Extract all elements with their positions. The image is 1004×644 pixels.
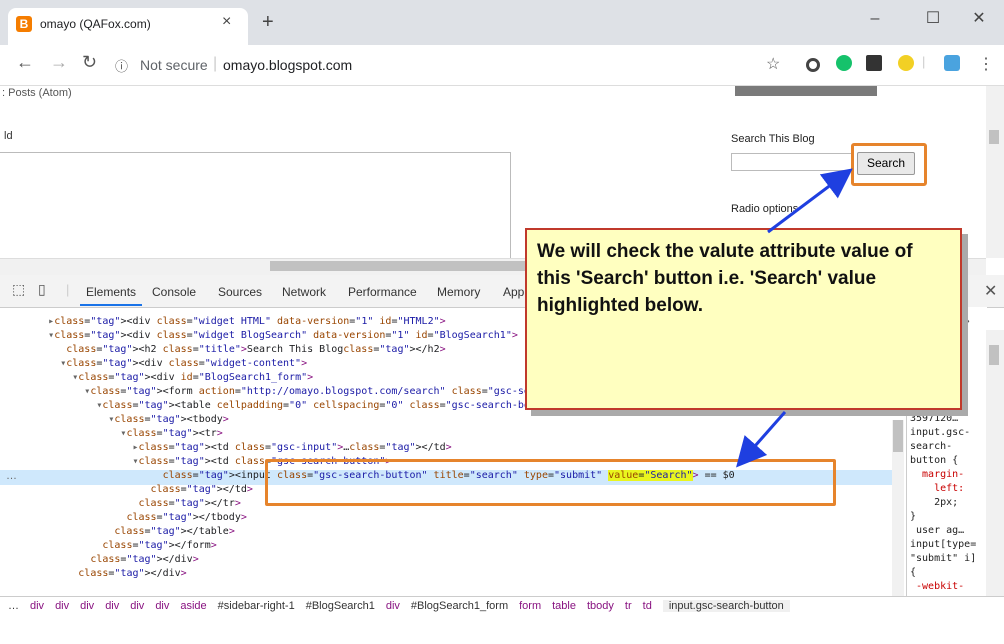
annotation-arrows bbox=[736, 168, 853, 468]
arrow-to-search-button bbox=[767, 168, 853, 234]
arrow-to-value-attr bbox=[736, 411, 787, 468]
